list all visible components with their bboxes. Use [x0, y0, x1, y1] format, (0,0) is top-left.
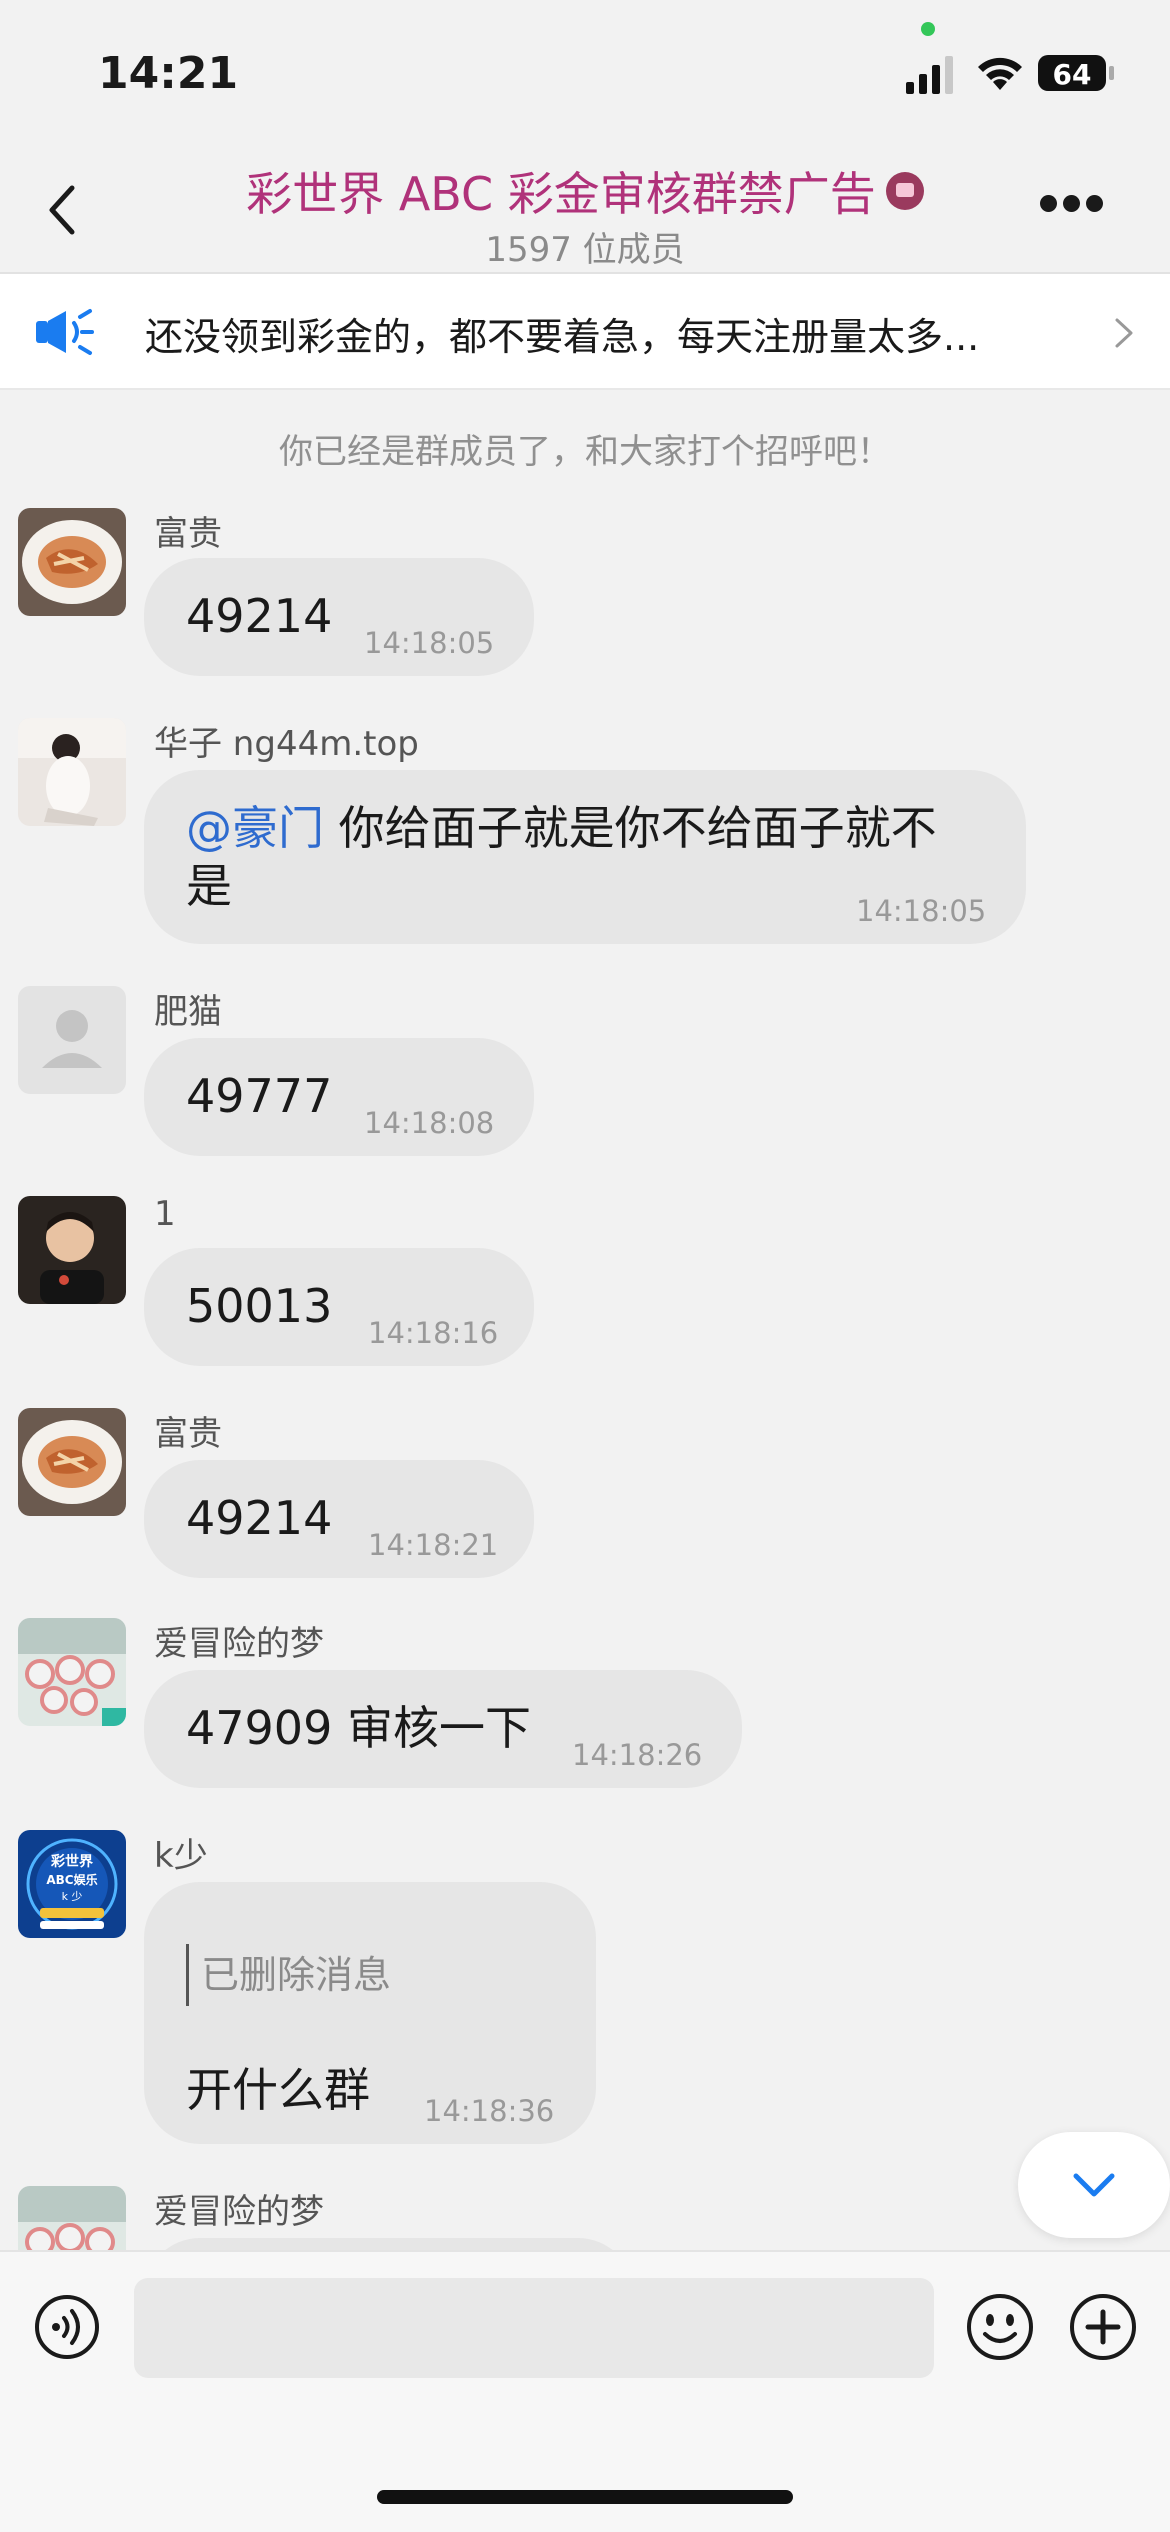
message-bubble[interactable]: 已删除消息 开什么群 14:18:36 [144, 1882, 596, 2144]
avatar[interactable] [18, 986, 126, 1094]
message-text: 47909 审核一下 [186, 1701, 531, 1755]
group-announcement[interactable]: 还没领到彩金的，都不要着急，每天注册量太多... [0, 274, 1170, 390]
system-tip: 你已经是群成员了，和大家打个招呼吧！ [279, 432, 891, 472]
message-bubble[interactable]: 50013 14:18:16 [144, 1248, 534, 1366]
more-dots-icon[interactable] [1040, 195, 1112, 219]
avatar[interactable] [18, 2186, 126, 2250]
message-time: 14:18:05 [364, 626, 495, 660]
message-input[interactable] [134, 2278, 934, 2378]
sender-name: 富贵 [154, 1414, 222, 1454]
status-bar: 14:21 64 [0, 0, 1170, 140]
wifi-icon [978, 57, 1022, 90]
sender-name: 华子 ng44m.top [154, 724, 419, 764]
message-text-continuation: 是 [186, 859, 232, 913]
chevron-right-icon [1115, 318, 1133, 348]
announcement-text: 还没领到彩金的，都不要着急，每天注册量太多... [145, 315, 980, 359]
avatar[interactable] [18, 1618, 126, 1726]
message-bubble[interactable] [144, 2238, 634, 2250]
battery-icon: 64 [1038, 55, 1114, 91]
message-bubble[interactable]: 49214 14:18:05 [144, 558, 534, 676]
status-time: 14:21 [98, 48, 239, 99]
message-text: 49777 [186, 1069, 333, 1123]
speaker-icon [36, 309, 94, 355]
scroll-to-bottom-button[interactable] [1018, 2132, 1170, 2238]
avatar[interactable]: 彩世界 ABC娱乐 k 少 [18, 1830, 126, 1938]
message-time: 14:18:08 [364, 1106, 495, 1140]
avatar[interactable] [18, 1196, 126, 1304]
avatar[interactable] [18, 718, 126, 826]
message-text: 49214 [186, 1491, 333, 1545]
sender-name: 爱冒险的梦 [154, 2192, 324, 2232]
message-bubble[interactable]: @豪门 你给面子就是你不给面子就不 是 14:18:05 [144, 770, 1026, 944]
sender-name: 富贵 [154, 514, 222, 554]
sender-name: 爱冒险的梦 [154, 1624, 324, 1664]
message-time: 14:18:05 [856, 894, 987, 928]
sender-name: 1 [154, 1194, 176, 1234]
message-bubble[interactable]: 49214 14:18:21 [144, 1460, 534, 1578]
group-title-row[interactable]: 彩世界 ABC 彩金审核群禁广告 [0, 158, 1170, 224]
chevron-down-icon [1073, 2173, 1115, 2197]
message-text-line: @豪门 你给面子就是你不给面子就不 [186, 798, 937, 858]
avatar[interactable] [18, 1408, 126, 1516]
member-count: 1597 位成员 [485, 230, 685, 270]
message-time: 14:18:36 [424, 2094, 555, 2128]
cellular-signal-icon [906, 56, 953, 94]
sender-name: k少 [154, 1836, 208, 1876]
chat-header: 彩世界 ABC 彩金审核群禁广告 1597 位成员 [0, 140, 1170, 274]
message-bubble[interactable]: 47909 审核一下 14:18:26 [144, 1670, 742, 1788]
plus-icon[interactable] [1068, 2292, 1138, 2362]
message-text: 49214 [186, 589, 333, 643]
avatar[interactable] [18, 508, 126, 616]
message-text: 开什么群 [186, 2063, 370, 2117]
privacy-indicator-dot [921, 22, 935, 36]
message-time: 14:18:21 [368, 1528, 499, 1562]
emoji-icon[interactable] [965, 2292, 1035, 2362]
message-text: 你给面子就是你不给面子就不 [338, 801, 937, 855]
mention-link[interactable]: @豪门 [186, 801, 324, 855]
group-badge-icon [885, 172, 924, 210]
sender-name: 肥猫 [154, 992, 222, 1032]
message-text: 50013 [186, 1279, 333, 1333]
message-time: 14:18:26 [572, 1738, 703, 1772]
battery-level: 64 [1053, 58, 1092, 91]
group-title: 彩世界 ABC 彩金审核群禁广告 [246, 167, 876, 221]
avatar-logo-line2: ABC娱乐 [46, 1872, 97, 1887]
quoted-deleted-message[interactable]: 已删除消息 [186, 1944, 391, 2006]
message-bubble[interactable]: 49777 14:18:08 [144, 1038, 534, 1156]
avatar-logo-line3: k 少 [62, 1890, 83, 1903]
avatar-logo-line1: 彩世界 [50, 1853, 94, 1870]
message-time: 14:18:16 [368, 1316, 499, 1350]
home-indicator[interactable] [377, 2490, 793, 2504]
message-item: 爱冒险的梦 [0, 2186, 1170, 2250]
voice-icon[interactable] [34, 2294, 100, 2360]
